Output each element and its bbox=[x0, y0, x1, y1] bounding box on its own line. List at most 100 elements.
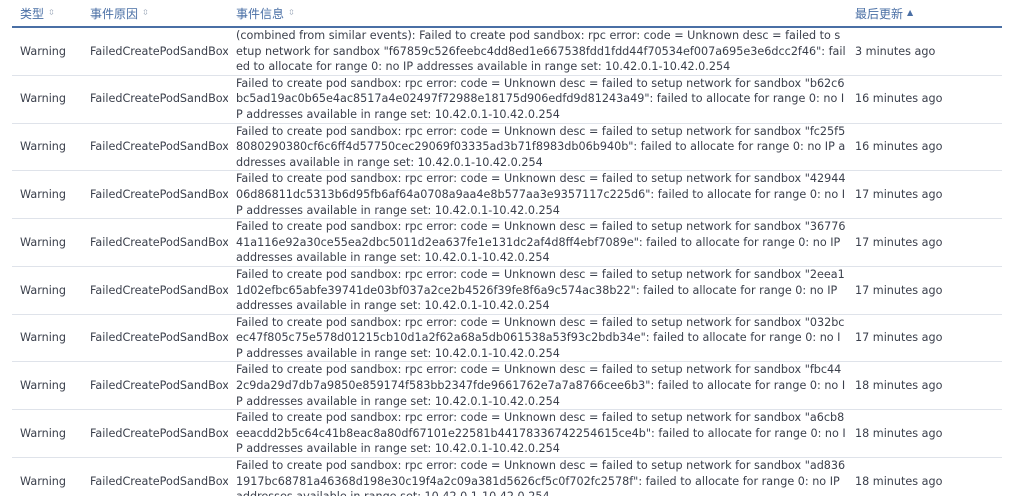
event-type-cell: Warning bbox=[12, 314, 82, 363]
table-row: Warning FailedCreatePodSandBox Failed to c… bbox=[12, 123, 1002, 172]
event-message-cell-text: Failed to create pod sandbox: rpc error:… bbox=[236, 315, 845, 360]
event-age-cell-text: 18 minutes ago bbox=[855, 379, 943, 393]
sort-ascending-icon[interactable]: ▲ bbox=[907, 9, 913, 17]
event-type-cell-text: Warning bbox=[20, 283, 66, 297]
event-reason-cell-text: FailedCreatePodSandBox bbox=[90, 140, 228, 154]
table-row: Warning FailedCreatePodSandBox Failed to c… bbox=[12, 409, 1002, 459]
event-age-cell-text: 18 minutes ago bbox=[855, 426, 943, 440]
event-type-cell: Warning bbox=[12, 75, 82, 124]
column-header-age-label: 最后更新 bbox=[855, 6, 904, 21]
event-message-cell-text: Failed to create pod sandbox: rpc error:… bbox=[236, 124, 846, 169]
column-header-message-label: 事件信息 bbox=[236, 6, 285, 21]
event-type-cell: Warning bbox=[12, 218, 82, 267]
event-age-cell: 16 minutes ago bbox=[847, 75, 1002, 124]
event-age-cell: 17 minutes ago bbox=[847, 170, 1002, 220]
event-type-cell: Warning bbox=[12, 26, 82, 76]
table-row: Warning FailedCreatePodSandBox Failed to c… bbox=[12, 170, 1002, 220]
events-page: 类型 ⇳ 事件原因 ⇳ 事件信息 ⇳ 最后更新 ▲ Warning FailedCreat… bbox=[0, 0, 1024, 496]
table-row: Warning FailedCreatePodSandBox Failed to c… bbox=[12, 361, 1002, 411]
event-type-cell: Warning bbox=[12, 409, 82, 459]
column-header-type-label: 类型 bbox=[20, 6, 45, 21]
event-type-cell: Warning bbox=[12, 361, 82, 411]
event-age-cell: 17 minutes ago bbox=[847, 314, 1002, 363]
event-message-cell-text: Failed to create pod sandbox: rpc error:… bbox=[236, 267, 845, 313]
event-type-cell-text: Warning bbox=[20, 474, 66, 488]
event-age-cell: 3 minutes ago bbox=[847, 26, 1002, 76]
event-type-cell: Warning bbox=[12, 266, 82, 315]
event-message-cell: Failed to create pod sandbox: rpc error:… bbox=[228, 266, 847, 315]
event-reason-cell: FailedCreatePodSandBox bbox=[82, 123, 228, 172]
event-reason-cell-text: FailedCreatePodSandBox bbox=[90, 235, 228, 249]
event-age-cell: 18 minutes ago bbox=[847, 457, 1002, 496]
event-age-cell: 18 minutes ago bbox=[847, 361, 1002, 411]
event-message-cell: (combined from similar events): Failed t… bbox=[228, 26, 847, 76]
column-header-reason-label: 事件原因 bbox=[90, 6, 139, 21]
event-age-cell-text: 17 minutes ago bbox=[855, 235, 943, 249]
event-age-cell: 17 minutes ago bbox=[847, 218, 1002, 267]
event-message-cell-text: Failed to create pod sandbox: rpc error:… bbox=[236, 172, 846, 217]
event-reason-cell: FailedCreatePodSandBox bbox=[82, 409, 228, 459]
event-message-cell: Failed to create pod sandbox: rpc error:… bbox=[228, 123, 847, 172]
event-message-cell-text: (combined from similar events): Failed t… bbox=[236, 29, 846, 74]
event-message-cell: Failed to create pod sandbox: rpc error:… bbox=[228, 170, 847, 220]
event-type-cell-text: Warning bbox=[20, 44, 66, 58]
event-age-cell-text: 17 minutes ago bbox=[855, 187, 943, 201]
table-row: Warning FailedCreatePodSandBox (combined f… bbox=[12, 26, 1002, 76]
event-reason-cell-text: FailedCreatePodSandBox bbox=[90, 283, 228, 297]
event-message-cell: Failed to create pod sandbox: rpc error:… bbox=[228, 314, 847, 363]
sort-icon[interactable]: ⇳ bbox=[288, 9, 295, 17]
event-reason-cell-text: FailedCreatePodSandBox bbox=[90, 44, 228, 58]
event-type-cell: Warning bbox=[12, 457, 82, 496]
event-age-cell-text: 16 minutes ago bbox=[855, 140, 943, 154]
event-type-cell-text: Warning bbox=[20, 379, 66, 393]
event-type-cell-text: Warning bbox=[20, 187, 66, 201]
table-row: Warning FailedCreatePodSandBox Failed to c… bbox=[12, 218, 1002, 267]
event-age-cell-text: 18 minutes ago bbox=[855, 474, 943, 488]
event-reason-cell: FailedCreatePodSandBox bbox=[82, 266, 228, 315]
event-message-cell-text: Failed to create pod sandbox: rpc error:… bbox=[236, 76, 845, 121]
event-reason-cell: FailedCreatePodSandBox bbox=[82, 170, 228, 220]
event-age-cell-text: 16 minutes ago bbox=[855, 92, 943, 106]
sort-icon[interactable]: ⇳ bbox=[142, 9, 149, 17]
event-type-cell: Warning bbox=[12, 170, 82, 220]
column-header-type[interactable]: 类型 ⇳ bbox=[12, 0, 82, 28]
event-message-cell: Failed to create pod sandbox: rpc error:… bbox=[228, 361, 847, 411]
event-message-cell: Failed to create pod sandbox: rpc error:… bbox=[228, 75, 847, 124]
event-type-cell: Warning bbox=[12, 123, 82, 172]
event-message-cell-text: Failed to create pod sandbox: rpc error:… bbox=[236, 363, 846, 408]
table-body: Warning FailedCreatePodSandBox (combined f… bbox=[12, 26, 1002, 496]
event-reason-cell: FailedCreatePodSandBox bbox=[82, 26, 228, 76]
event-type-cell-text: Warning bbox=[20, 235, 66, 249]
event-type-cell-text: Warning bbox=[20, 140, 66, 154]
event-message-cell-text: Failed to create pod sandbox: rpc error:… bbox=[236, 411, 846, 456]
event-reason-cell: FailedCreatePodSandBox bbox=[82, 457, 228, 496]
event-message-cell: Failed to create pod sandbox: rpc error:… bbox=[228, 218, 847, 267]
table-row: Warning FailedCreatePodSandBox Failed to c… bbox=[12, 266, 1002, 315]
event-reason-cell-text: FailedCreatePodSandBox bbox=[90, 379, 228, 393]
column-header-message[interactable]: 事件信息 ⇳ bbox=[228, 0, 847, 28]
event-age-cell-text: 17 minutes ago bbox=[855, 331, 943, 345]
events-table: 类型 ⇳ 事件原因 ⇳ 事件信息 ⇳ 最后更新 ▲ Warning FailedCreat… bbox=[12, 0, 1002, 496]
event-reason-cell-text: FailedCreatePodSandBox bbox=[90, 92, 228, 106]
event-age-cell: 16 minutes ago bbox=[847, 123, 1002, 172]
header-row: 类型 ⇳ 事件原因 ⇳ 事件信息 ⇳ 最后更新 ▲ bbox=[12, 0, 1002, 28]
column-header-reason[interactable]: 事件原因 ⇳ bbox=[82, 0, 228, 28]
event-message-cell-text: Failed to create pod sandbox: rpc error:… bbox=[236, 459, 846, 496]
table-row: Warning FailedCreatePodSandBox Failed to c… bbox=[12, 314, 1002, 363]
event-message-cell: Failed to create pod sandbox: rpc error:… bbox=[228, 409, 847, 459]
event-reason-cell-text: FailedCreatePodSandBox bbox=[90, 474, 228, 488]
event-age-cell-text: 3 minutes ago bbox=[855, 44, 936, 58]
event-message-cell-text: Failed to create pod sandbox: rpc error:… bbox=[236, 220, 846, 265]
event-age-cell: 17 minutes ago bbox=[847, 266, 1002, 315]
sort-icon[interactable]: ⇳ bbox=[48, 9, 55, 17]
table-header: 类型 ⇳ 事件原因 ⇳ 事件信息 ⇳ 最后更新 ▲ bbox=[12, 0, 1002, 28]
event-reason-cell-text: FailedCreatePodSandBox bbox=[90, 331, 228, 345]
event-reason-cell-text: FailedCreatePodSandBox bbox=[90, 187, 228, 201]
event-message-cell: Failed to create pod sandbox: rpc error:… bbox=[228, 457, 847, 496]
table-row: Warning FailedCreatePodSandBox Failed to c… bbox=[12, 75, 1002, 124]
event-reason-cell-text: FailedCreatePodSandBox bbox=[90, 426, 228, 440]
event-type-cell-text: Warning bbox=[20, 331, 66, 345]
event-reason-cell: FailedCreatePodSandBox bbox=[82, 361, 228, 411]
column-header-age[interactable]: 最后更新 ▲ bbox=[847, 0, 1002, 28]
event-reason-cell: FailedCreatePodSandBox bbox=[82, 314, 228, 363]
